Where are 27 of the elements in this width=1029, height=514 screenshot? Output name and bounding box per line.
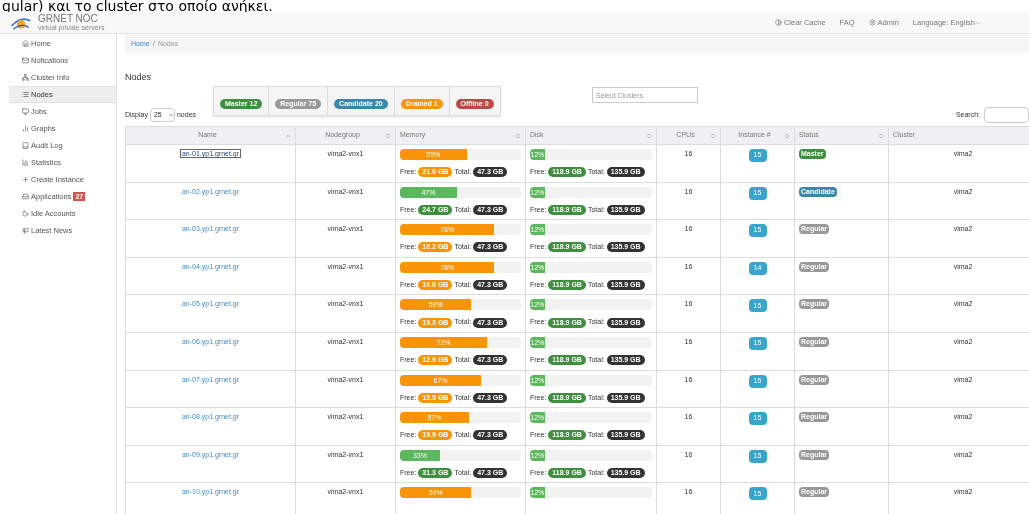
search-field[interactable] (984, 107, 1029, 123)
sort-icon (710, 132, 716, 139)
moon-icon (22, 210, 29, 217)
monitor-icon (22, 108, 29, 115)
page-title: Nodes (125, 71, 152, 83)
sort-icon (878, 132, 884, 139)
inbox-icon (22, 193, 29, 200)
sort-ascending-icon (285, 132, 291, 139)
settings-icon (868, 19, 876, 26)
sitemap-icon (22, 74, 29, 81)
contrast-icon (774, 19, 782, 26)
sort-icon (646, 132, 652, 139)
list-icon (22, 91, 29, 98)
sort-icon (515, 132, 521, 139)
megaphone-icon (22, 227, 29, 234)
bar-chart-icon (22, 159, 29, 166)
breadcrumb-separator: / (152, 38, 155, 50)
bar-chart-icon (22, 125, 29, 132)
sort-icon (784, 132, 790, 139)
book-icon (22, 142, 29, 149)
caret-icon (975, 19, 981, 26)
envelope-icon (22, 57, 29, 64)
home-icon (22, 40, 29, 47)
plus-icon (22, 176, 29, 183)
sort-icon (385, 132, 391, 139)
brand-name: GRNET NOC (38, 14, 99, 24)
caret-icon (167, 112, 174, 118)
